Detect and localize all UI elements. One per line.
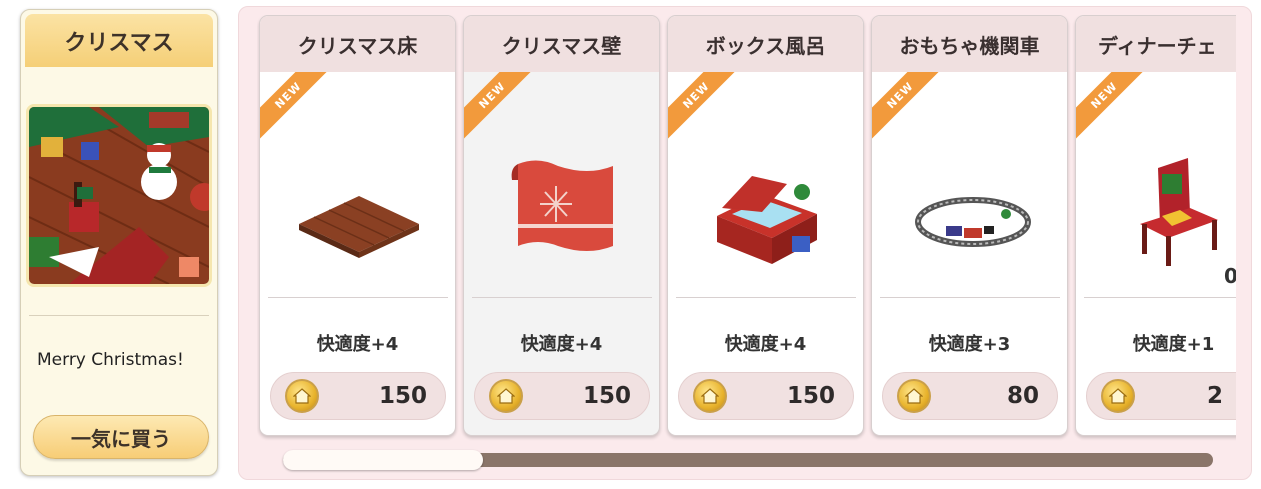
price-value: 150: [378, 383, 427, 409]
item-name: おもちゃ機関車: [872, 16, 1067, 72]
house-coin-icon: [285, 379, 319, 413]
comfort-value: 快適度+1: [1132, 334, 1215, 355]
item-shelf: クリスマス床 NEW 快適度+4 150 クリスマス壁 NEW 快適度+4 15…: [238, 6, 1252, 480]
christmas-floor-icon: [299, 196, 419, 258]
set-description: Merry Christmas!: [37, 350, 184, 370]
item-name: ディナーチェ: [1076, 16, 1236, 72]
horizontal-scrollbar[interactable]: [283, 450, 1213, 470]
comfort-value: 快適度+4: [520, 334, 603, 355]
item-name: クリスマス壁: [464, 16, 659, 72]
count-value: 0: [1224, 264, 1236, 288]
house-coin-icon: [1101, 379, 1135, 413]
price-button[interactable]: 150: [678, 372, 854, 420]
set-title: クリスマス: [25, 14, 213, 67]
christmas-wall-icon: [511, 160, 613, 251]
set-divider: [29, 315, 209, 316]
price-value: 150: [786, 383, 835, 409]
set-panel: クリスマス Merry Christmas! 一気に買う: [20, 9, 218, 476]
dinner-chair-icon: [1140, 158, 1218, 266]
set-preview-image: [26, 104, 212, 287]
house-coin-icon: [489, 379, 523, 413]
item-card[interactable]: クリスマス床 NEW 快適度+4 150: [259, 15, 456, 436]
item-card[interactable]: クリスマス壁 NEW 快適度+4 150: [463, 15, 660, 436]
price-value: 150: [582, 383, 631, 409]
item-card[interactable]: おもちゃ機関車 NEW 快適度+3 80: [871, 15, 1068, 436]
buy-all-button[interactable]: 一気に買う: [33, 415, 209, 459]
house-coin-icon: [693, 379, 727, 413]
item-name: ボックス風呂: [668, 16, 863, 72]
comfort-value: 快適度+4: [724, 334, 807, 355]
box-bath-icon: [717, 176, 817, 264]
item-card[interactable]: ディナーチェ NEW 0 快適度+1 2: [1075, 15, 1236, 436]
price-button[interactable]: 2: [1086, 372, 1236, 420]
price-button[interactable]: 80: [882, 372, 1058, 420]
toy-train-icon: [915, 197, 1031, 247]
item-card[interactable]: ボックス風呂 NEW 快適度+4 150: [667, 15, 864, 436]
price-button[interactable]: 150: [270, 372, 446, 420]
comfort-value: 快適度+3: [928, 334, 1011, 355]
comfort-value: 快適度+4: [316, 334, 399, 355]
price-button[interactable]: 150: [474, 372, 650, 420]
price-value: 80: [1006, 383, 1039, 409]
item-list[interactable]: クリスマス床 NEW 快適度+4 150 クリスマス壁 NEW 快適度+4 15…: [257, 15, 1236, 445]
house-coin-icon: [897, 379, 931, 413]
price-value: 2: [1207, 383, 1224, 409]
item-name: クリスマス床: [260, 16, 455, 72]
scroll-thumb[interactable]: [283, 450, 483, 470]
